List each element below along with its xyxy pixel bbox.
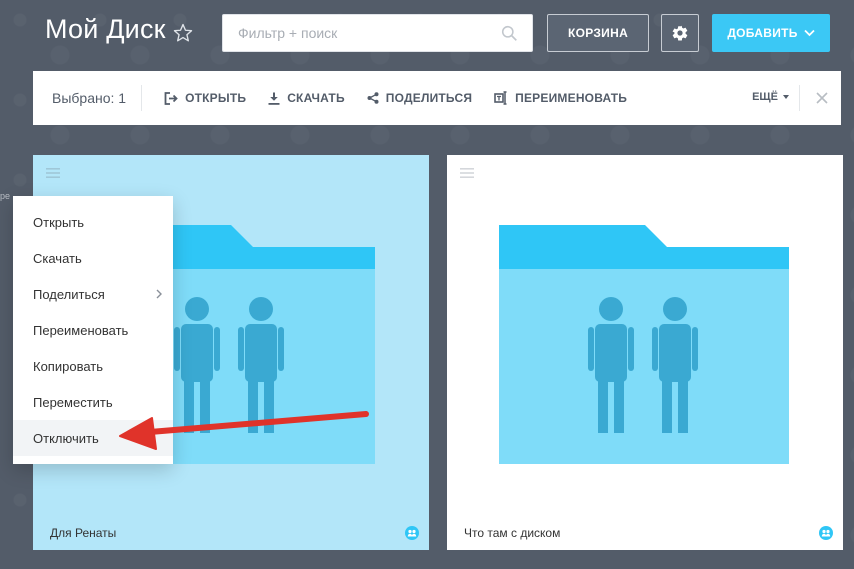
settings-button[interactable]: [661, 14, 699, 52]
hamburger-menu-icon[interactable]: [46, 167, 60, 179]
folder-card[interactable]: Что там с диском: [447, 155, 843, 550]
share-icon: [367, 92, 379, 104]
share-action-label: ПОДЕЛИТЬСЯ: [385, 91, 473, 105]
download-icon: [268, 92, 280, 105]
gear-icon: [672, 25, 688, 41]
open-action-label: ОТКРЫТЬ: [185, 91, 247, 105]
rename-icon: [494, 91, 507, 105]
context-menu: Открыть Скачать Поделиться Переименовать…: [13, 196, 173, 464]
open-action[interactable]: ОТКРЫТЬ: [164, 91, 246, 105]
shared-folder-icon: [499, 225, 789, 464]
menu-item-download[interactable]: Скачать: [13, 240, 173, 276]
star-icon[interactable]: [172, 22, 194, 44]
rename-action[interactable]: ПЕРЕИМЕНОВАТЬ: [494, 91, 627, 105]
close-icon[interactable]: [815, 91, 829, 105]
page-title: Мой Диск: [45, 14, 166, 44]
folder-name[interactable]: Для Ренаты: [50, 526, 116, 540]
menu-item-disconnect[interactable]: Отключить: [13, 420, 173, 456]
more-button-label: ЕЩЁ: [752, 91, 778, 103]
menu-item-rename[interactable]: Переименовать: [13, 312, 173, 348]
trash-button-label: КОРЗИНА: [567, 26, 629, 40]
menu-item-label: Открыть: [33, 214, 85, 230]
header: Мой Диск КОРЗИНА ДОБАВИТЬ: [0, 0, 854, 66]
search-icon[interactable]: [501, 25, 518, 42]
menu-item-label: Переименовать: [33, 322, 129, 338]
add-button-label: ДОБАВИТЬ: [727, 26, 798, 40]
action-bar: Выбрано: 1 ОТКРЫТЬ СКАЧАТЬ ПОДЕЛИТЬСЯ ПЕ…: [33, 71, 841, 125]
more-button[interactable]: ЕЩЁ: [752, 91, 789, 103]
trash-button[interactable]: КОРЗИНА: [547, 14, 649, 52]
menu-item-open[interactable]: Открыть: [13, 204, 173, 240]
menu-item-label: Отключить: [33, 430, 99, 446]
search-box: [222, 14, 533, 52]
menu-item-label: Переместить: [33, 394, 113, 410]
shared-users-icon: [819, 526, 833, 540]
download-action[interactable]: СКАЧАТЬ: [268, 91, 345, 105]
chevron-down-icon: [804, 29, 815, 37]
rename-action-label: ПЕРЕИМЕНОВАТЬ: [515, 91, 628, 105]
share-action[interactable]: ПОДЕЛИТЬСЯ: [367, 91, 472, 105]
selected-count: Выбрано: 1: [52, 90, 127, 106]
edge-partial-text: ре: [0, 191, 11, 201]
download-action-label: СКАЧАТЬ: [287, 91, 345, 105]
menu-item-move[interactable]: Переместить: [13, 384, 173, 420]
open-icon: [164, 91, 178, 105]
chevron-right-icon: [156, 289, 162, 299]
menu-item-label: Поделиться: [33, 286, 105, 302]
folder-name[interactable]: Что там с диском: [464, 526, 560, 540]
caret-down-icon: [783, 95, 789, 99]
hamburger-menu-icon[interactable]: [460, 167, 474, 179]
menu-item-label: Копировать: [33, 358, 103, 374]
menu-item-share[interactable]: Поделиться: [13, 276, 173, 312]
divider: [141, 85, 143, 111]
add-button[interactable]: ДОБАВИТЬ: [712, 14, 830, 52]
menu-item-label: Скачать: [33, 250, 82, 266]
search-input[interactable]: [223, 15, 493, 51]
divider: [799, 85, 800, 111]
shared-users-icon: [405, 526, 419, 540]
menu-item-copy[interactable]: Копировать: [13, 348, 173, 384]
